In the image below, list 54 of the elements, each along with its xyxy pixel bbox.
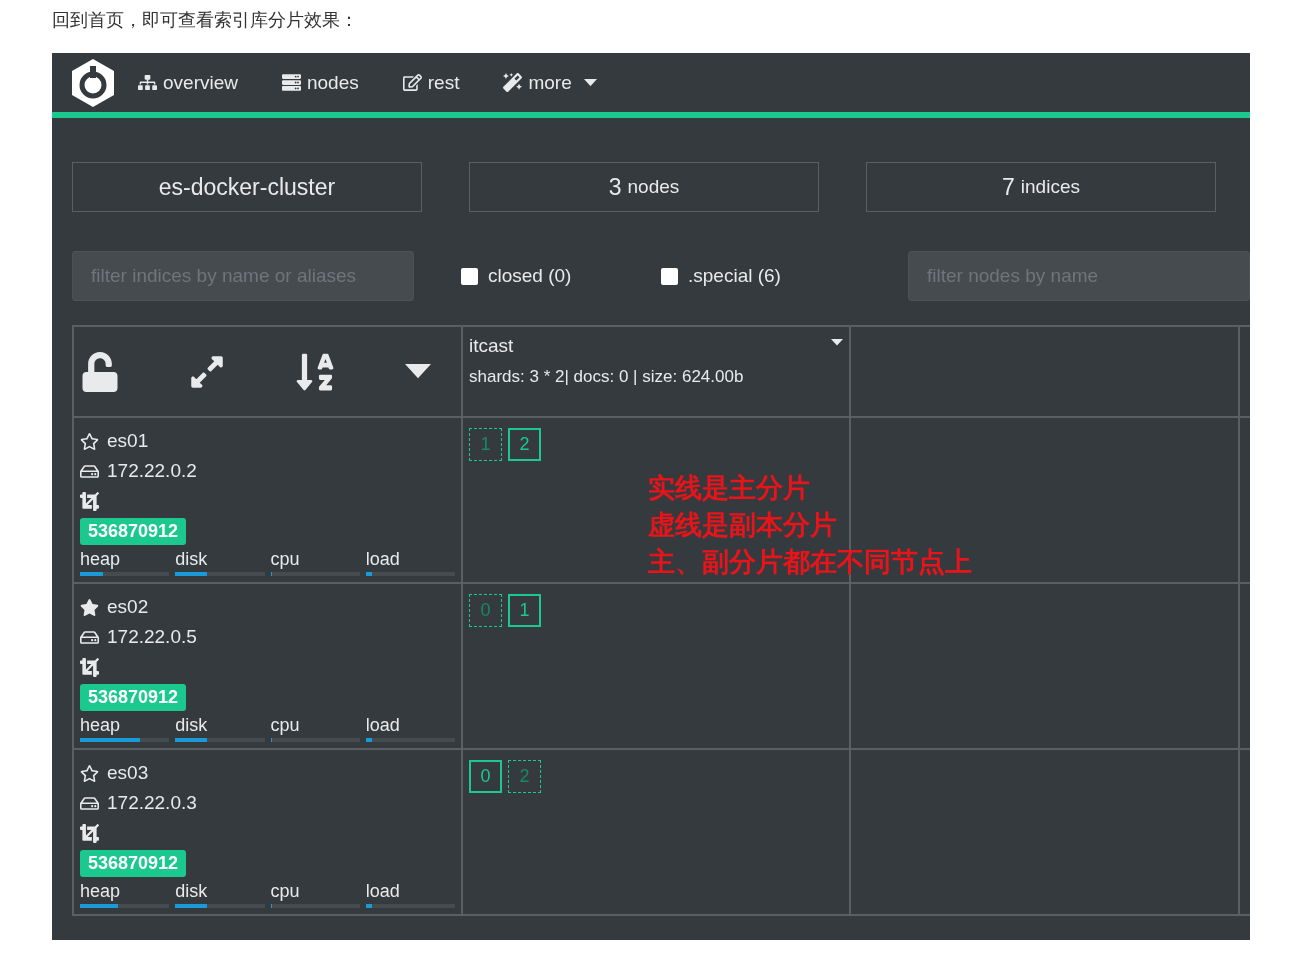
nav-link[interactable]: more (503, 71, 597, 94)
edit-icon (402, 73, 422, 92)
stat-card: 7 indices (866, 162, 1216, 212)
node-ip: 172.22.0.3 (107, 792, 197, 814)
index-info: shards: 3 * 2| docs: 0 | size: 624.00b (469, 367, 745, 387)
nav-link[interactable]: overview (138, 71, 238, 94)
metric-label: cpu (270, 715, 301, 736)
nav-link[interactable]: rest (402, 71, 460, 94)
index-name[interactable]: itcast (469, 335, 514, 357)
annotation-text: 实线是主分片 (648, 471, 811, 505)
node-ip: 172.22.0.5 (107, 626, 197, 648)
annotation-text: 主、副分片都在不同节点上 (648, 545, 972, 579)
metric-label: heap (80, 549, 122, 570)
shard[interactable]: 1 (508, 594, 541, 627)
unlock-icon[interactable] (80, 351, 120, 392)
node-name[interactable]: es01 (107, 430, 149, 452)
caret-icon (583, 78, 597, 87)
crop-icon (80, 823, 99, 843)
node-name[interactable]: es02 (107, 596, 149, 618)
expand-icon[interactable] (189, 353, 225, 390)
shard[interactable]: 0 (469, 760, 502, 793)
intro-text: 回到首页，即可查看索引库分片效果： (52, 9, 359, 32)
node-badge: 536870912 (80, 518, 187, 545)
metric-label: cpu (270, 881, 301, 902)
metric-label: disk (175, 715, 209, 736)
nav-link[interactable]: nodes (282, 71, 359, 94)
caret-icon[interactable] (405, 364, 431, 379)
metric-label: load (365, 881, 401, 902)
node-name[interactable]: es03 (107, 762, 149, 784)
metric-label: disk (175, 881, 209, 902)
metric-label: load (365, 715, 401, 736)
magic-wand-icon (503, 73, 523, 92)
checkbox-label: .special (6) (688, 265, 781, 287)
metric-label: cpu (270, 549, 301, 570)
metric-label: heap (80, 881, 122, 902)
stat-card: 3 nodes (469, 162, 819, 212)
node-ip: 172.22.0.2 (107, 460, 197, 482)
logo-icon (70, 57, 116, 108)
checkbox[interactable] (461, 267, 478, 285)
shard[interactable]: 2 (508, 428, 541, 461)
node-badge: 536870912 (80, 850, 187, 877)
metric-label: load (365, 549, 401, 570)
metric-label: disk (175, 549, 209, 570)
annotation-text: 虚线是副本分片 (648, 508, 838, 542)
crop-icon (80, 491, 99, 511)
metric-label: heap (80, 715, 122, 736)
stat-card: es-docker-cluster (72, 162, 422, 212)
checkbox[interactable] (661, 267, 678, 285)
crop-icon (80, 657, 99, 677)
caret-icon[interactable] (831, 339, 843, 346)
server-icon (282, 73, 301, 92)
checkbox-label: closed (0) (488, 265, 572, 287)
node-badge: 536870912 (80, 684, 187, 711)
sitemap-icon (138, 73, 157, 92)
